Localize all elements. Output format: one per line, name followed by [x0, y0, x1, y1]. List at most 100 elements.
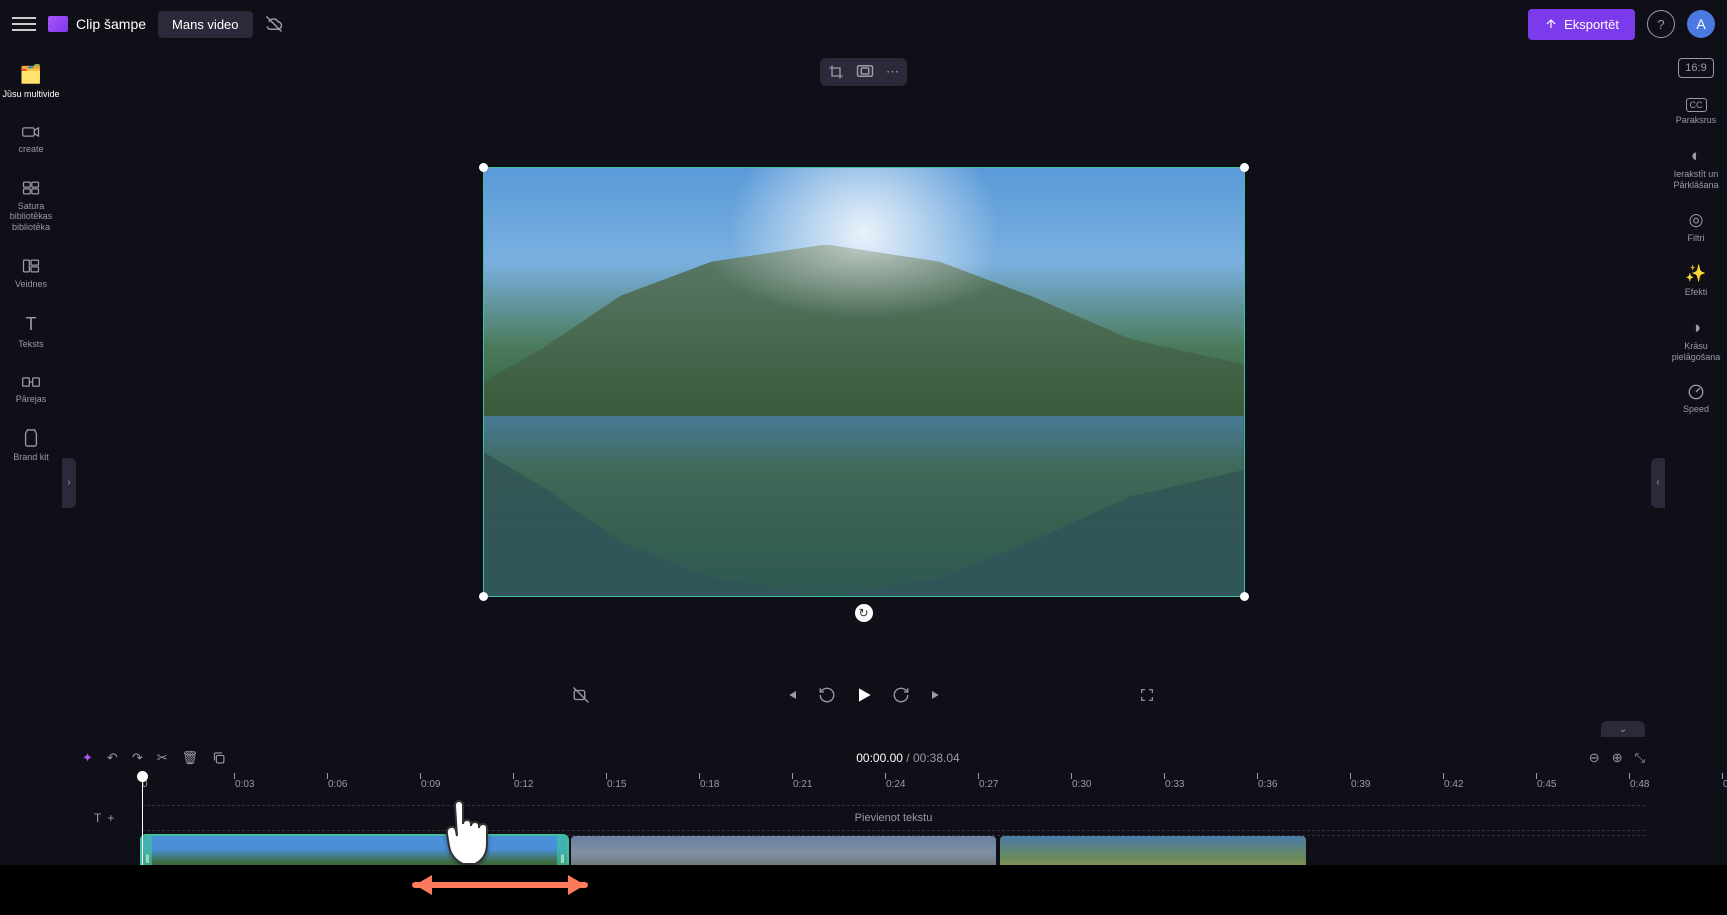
add-icon[interactable]: +	[107, 811, 114, 825]
ruler-tick: 0:42	[1444, 779, 1463, 790]
detach-audio-icon[interactable]	[572, 686, 590, 704]
sidebar-item-label: Jūsu multivide	[2, 89, 59, 100]
ruler-tick: 0:21	[793, 779, 812, 790]
sidebar-item-label: Brand kit	[13, 452, 49, 463]
aspect-ratio-badge[interactable]: 16:9	[1678, 58, 1713, 78]
resize-handle-tl[interactable]	[479, 163, 488, 172]
more-icon[interactable]: ⋯	[886, 64, 899, 80]
brand-icon	[22, 428, 40, 448]
zoom-fit-icon[interactable]: ⤡	[1635, 750, 1645, 766]
skip-end-icon[interactable]	[928, 687, 944, 703]
sidebar-item-text[interactable]: T Teksts	[0, 306, 62, 358]
fade-icon: ◐	[1691, 146, 1701, 166]
sidebar-item-captions[interactable]: CC Paraksrus	[1665, 90, 1727, 134]
hamburger-menu-icon[interactable]	[12, 12, 36, 36]
text-icon: T	[26, 314, 37, 335]
sidebar-item-label: Pārejas	[16, 394, 47, 405]
sidebar-item-media[interactable]: 🗂️ Jūsu multivide	[0, 56, 62, 108]
sidebar-item-label: Efekti	[1685, 287, 1708, 298]
duplicate-icon[interactable]	[212, 751, 227, 766]
delete-icon[interactable]: 🗑	[182, 750, 199, 766]
current-time: 00:00.00	[856, 751, 903, 765]
undo-icon[interactable]: ↶	[107, 750, 118, 766]
project-name-input[interactable]: Mans video	[158, 11, 252, 38]
ruler-tick: 0:45	[1537, 779, 1556, 790]
sidebar-item-speed[interactable]: Speed	[1665, 375, 1727, 423]
fit-icon[interactable]	[856, 64, 874, 80]
sidebar-item-effects[interactable]: ✨ Efekti	[1665, 256, 1727, 306]
text-track-icon: T	[94, 811, 101, 825]
filters-icon: ◎	[1689, 210, 1704, 230]
sidebar-item-label: Veidnes	[15, 279, 47, 290]
ruler-tick: 0:48	[1630, 779, 1649, 790]
text-track[interactable]: T+ Pievienot tekstu	[142, 805, 1645, 831]
user-avatar[interactable]: A	[1687, 10, 1715, 38]
sidebar-item-label: Teksts	[18, 339, 44, 350]
top-bar: Clip šampe Mans video Eksportēt ? A	[0, 0, 1727, 48]
timeline-toolbar: ✦ ↶ ↷ ✂ 🗑 00:00.00 / 00:38.04 ⊖ ⊕ ⤡	[82, 743, 1645, 773]
sidebar-item-label: Satura bibliotēkas bibliotēka	[2, 201, 60, 233]
sidebar-item-brandkit[interactable]: Brand kit	[0, 420, 62, 471]
video-preview[interactable]: ↻	[484, 168, 1244, 596]
center-stage: ⋯ ↻	[62, 48, 1665, 915]
ruler-tick: 0:27	[979, 779, 998, 790]
library-icon	[21, 179, 41, 197]
timecode-display: 00:00.00 / 00:38.04	[856, 751, 959, 765]
crop-icon[interactable]	[828, 64, 844, 80]
ruler-tick: 0:18	[700, 779, 719, 790]
play-button[interactable]	[854, 685, 874, 705]
sidebar-item-transitions[interactable]: Pārejas	[0, 366, 62, 413]
export-button[interactable]: Eksportēt	[1528, 9, 1635, 40]
sidebar-item-fade[interactable]: ◐ Ierakstīt un Pārklāšana	[1665, 138, 1727, 199]
ruler-tick: 0:39	[1351, 779, 1370, 790]
sidebar-item-label: create	[18, 144, 43, 155]
zoom-in-icon[interactable]: ⊕	[1612, 750, 1623, 766]
bottom-letterbox	[0, 865, 1727, 915]
sidebar-item-label: Speed	[1683, 404, 1709, 415]
ruler-tick: 0:33	[1165, 779, 1184, 790]
forward-icon[interactable]	[892, 686, 910, 704]
resize-handle-tr[interactable]	[1240, 163, 1249, 172]
sidebar-item-colors[interactable]: ◑ Krāsu pielāgošana	[1665, 310, 1727, 371]
resize-handle-br[interactable]	[1240, 592, 1249, 601]
sidebar-item-record[interactable]: create	[0, 116, 62, 163]
split-icon[interactable]: ✂	[157, 750, 168, 766]
upload-icon	[1544, 17, 1558, 31]
ai-icon[interactable]: ✦	[82, 750, 93, 766]
ruler-tick: 0:36	[1258, 779, 1277, 790]
sidebar-item-label: Ierakstīt un Pārklāšana	[1667, 169, 1725, 191]
ruler-tick: 0:12	[514, 779, 533, 790]
app-logo-icon	[48, 16, 68, 32]
right-panel-collapse-handle[interactable]: ‹	[1651, 458, 1665, 508]
app-title: Clip šampe	[48, 16, 146, 32]
timeline-collapse-handle[interactable]: ⌄	[1601, 721, 1645, 737]
zoom-out-icon[interactable]: ⊖	[1589, 750, 1600, 766]
folder-icon: 🗂️	[20, 64, 42, 85]
rotate-handle[interactable]: ↻	[855, 604, 873, 622]
ruler-tick: 0:24	[886, 779, 905, 790]
help-icon[interactable]: ?	[1647, 10, 1675, 38]
sidebar-item-filters[interactable]: ◎ Filtri	[1665, 202, 1727, 252]
fullscreen-icon[interactable]	[1139, 687, 1155, 703]
ruler-tick: 0:30	[1072, 779, 1091, 790]
total-time: 00:38.04	[913, 751, 960, 765]
cc-icon: CC	[1686, 98, 1707, 112]
skip-start-icon[interactable]	[784, 687, 800, 703]
speed-icon	[1687, 383, 1705, 401]
ruler-tick: 0:15	[607, 779, 626, 790]
contrast-icon: ◑	[1691, 318, 1701, 338]
time-ruler[interactable]: 00:030:060:090:120:150:180:210:240:270:3…	[142, 773, 1645, 801]
add-text-placeholder[interactable]: Pievienot tekstu	[142, 812, 1645, 824]
playback-controls	[62, 671, 1665, 721]
resize-handle-bl[interactable]	[479, 592, 488, 601]
sidebar-item-templates[interactable]: Veidnes	[0, 249, 62, 298]
sidebar-item-library[interactable]: Satura bibliotēkas bibliotēka	[0, 171, 62, 241]
rewind-icon[interactable]	[818, 686, 836, 704]
preview-content	[484, 245, 1244, 416]
cloud-off-icon[interactable]	[265, 15, 283, 33]
transitions-icon	[21, 374, 41, 390]
left-sidebar: 🗂️ Jūsu multivide create Satura bibliotē…	[0, 48, 62, 915]
ruler-tick: 0:06	[328, 779, 347, 790]
ruler-tick: 0:51	[1723, 779, 1727, 790]
redo-icon[interactable]: ↷	[132, 750, 143, 766]
